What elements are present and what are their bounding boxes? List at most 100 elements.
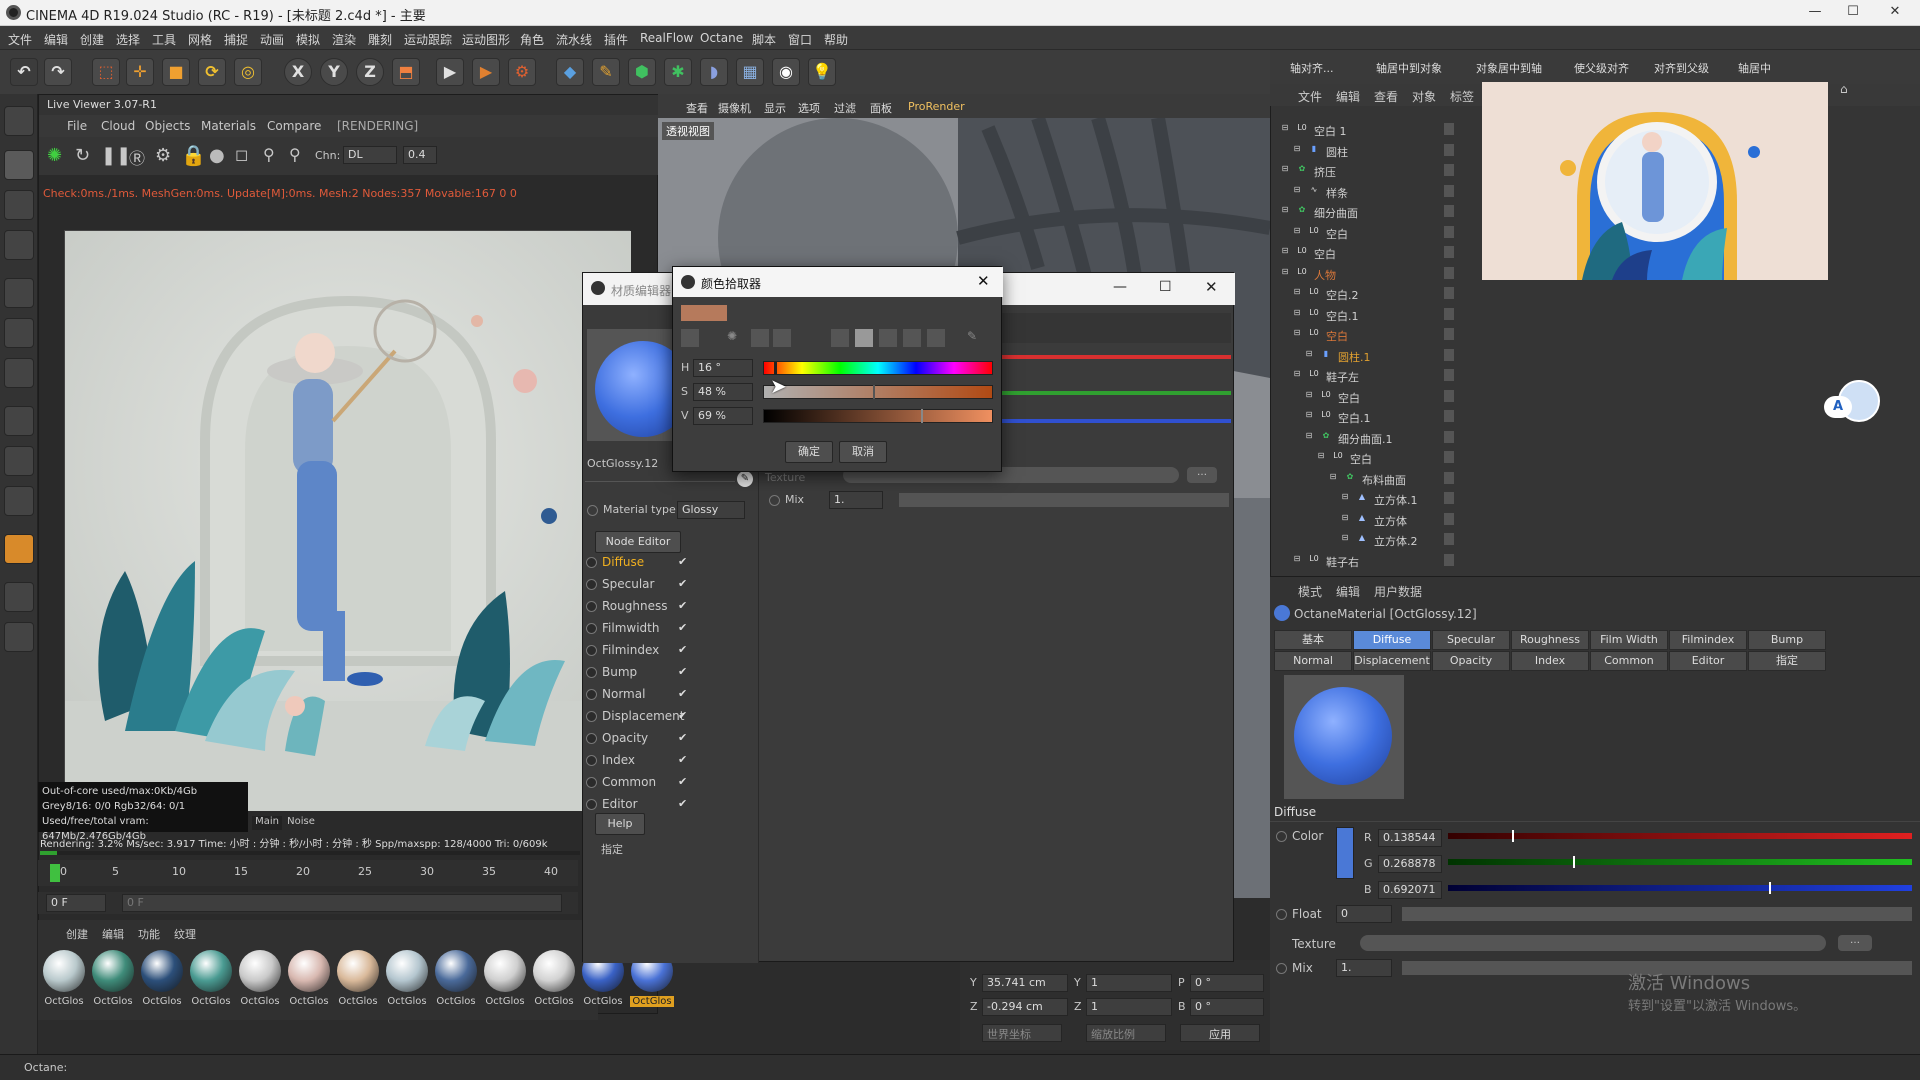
- render-view-icon[interactable]: ▶: [436, 58, 464, 86]
- expand-icon[interactable]: ⊟: [1292, 554, 1302, 566]
- align-parent-button[interactable]: 使父级对齐: [1574, 60, 1629, 76]
- b-slider[interactable]: [1448, 882, 1912, 894]
- mix-field[interactable]: 1.: [1336, 959, 1392, 977]
- floor-icon[interactable]: ▦: [736, 58, 764, 86]
- hsv-mode-icon[interactable]: [855, 329, 873, 347]
- visibility-toggle[interactable]: [1444, 451, 1454, 463]
- vp-menu-prorender[interactable]: ProRender: [908, 100, 965, 113]
- expand-icon[interactable]: ⊟: [1280, 164, 1290, 176]
- assign-label[interactable]: 指定: [601, 841, 623, 857]
- g-knob[interactable]: [1572, 856, 1575, 868]
- expand-icon[interactable]: ⊟: [1304, 410, 1314, 422]
- pick-focus-icon[interactable]: ⚲: [263, 145, 275, 164]
- attr-tab[interactable]: Bump: [1748, 630, 1826, 650]
- expand-icon[interactable]: ⊟: [1292, 369, 1302, 381]
- mix-field[interactable]: 1.: [829, 491, 883, 509]
- menu-mograph[interactable]: 运动图形: [462, 31, 510, 48]
- matmgr-texture[interactable]: 纹理: [174, 926, 196, 942]
- time-slider-handle[interactable]: [50, 864, 60, 882]
- channel-row[interactable]: Diffuse ✔: [586, 554, 696, 572]
- menu-animate[interactable]: 动画: [260, 31, 284, 48]
- expand-icon[interactable]: ⊟: [1340, 513, 1350, 525]
- render-picture-viewer-icon[interactable]: ▶: [472, 58, 500, 86]
- maximize-button[interactable]: ☐: [1838, 4, 1868, 19]
- expand-icon[interactable]: ⊟: [1292, 144, 1302, 156]
- material-name[interactable]: OctGlossy.12: [587, 457, 658, 470]
- render-canvas[interactable]: [64, 230, 631, 811]
- material-swatch[interactable]: OctGlos: [483, 950, 527, 1014]
- menu-tools[interactable]: 工具: [152, 31, 176, 48]
- visibility-toggle[interactable]: [1444, 225, 1454, 238]
- attr-tab[interactable]: Index: [1511, 651, 1589, 671]
- menu-motion-tracking[interactable]: 运动跟踪: [404, 31, 452, 48]
- visibility-toggle[interactable]: [1444, 328, 1454, 340]
- image-picker-icon[interactable]: [773, 329, 791, 347]
- attr-menu-edit[interactable]: 编辑: [1336, 583, 1360, 600]
- expand-icon[interactable]: ⊟: [1292, 185, 1302, 197]
- material-swatch[interactable]: OctGlos: [287, 950, 331, 1014]
- subdivision-icon[interactable]: ⬢: [628, 58, 656, 86]
- x-axis-button[interactable]: X: [284, 58, 312, 86]
- vp-menu-display[interactable]: 显示: [764, 100, 786, 116]
- r-knob[interactable]: [1512, 830, 1515, 842]
- pick-material-icon[interactable]: ⚲: [289, 145, 301, 164]
- channel-row[interactable]: Displacement ✔: [586, 708, 696, 726]
- scale-mode-select[interactable]: 缩放比例: [1086, 1024, 1166, 1042]
- z-axis-button[interactable]: Z: [356, 58, 384, 86]
- deformer-icon[interactable]: ◗: [700, 58, 728, 86]
- texture-menu-button[interactable]: …: [1187, 467, 1217, 483]
- restart-icon[interactable]: ↻: [75, 145, 90, 166]
- visibility-toggle[interactable]: [1444, 143, 1454, 156]
- rotation-p-field[interactable]: 0 °: [1190, 974, 1264, 992]
- material-swatch[interactable]: OctGlos: [532, 950, 576, 1014]
- render-settings-icon[interactable]: ⚙: [508, 58, 536, 86]
- b-knob[interactable]: [1769, 882, 1772, 894]
- channel-checkbox[interactable]: ✔: [678, 555, 687, 568]
- b-value-field[interactable]: 0.692071: [1378, 881, 1442, 899]
- color-swatches-icon[interactable]: [681, 329, 699, 347]
- tab-main[interactable]: Main: [252, 816, 282, 830]
- lv-menu-materials[interactable]: Materials: [201, 119, 256, 133]
- visibility-toggle[interactable]: [1444, 348, 1454, 361]
- channel-row[interactable]: Opacity ✔: [586, 730, 696, 748]
- texture-mode-icon[interactable]: [4, 190, 34, 220]
- polygons-mode-icon[interactable]: [4, 358, 34, 388]
- eyedropper-icon[interactable]: ✎: [967, 329, 977, 343]
- expand-icon[interactable]: ⊟: [1292, 328, 1302, 340]
- points-mode-icon[interactable]: [4, 278, 34, 308]
- vp-menu-options[interactable]: 选项: [798, 100, 820, 116]
- visibility-toggle[interactable]: [1444, 533, 1454, 545]
- tab-noise[interactable]: Noise: [284, 816, 318, 830]
- channel-checkbox[interactable]: ✔: [678, 731, 687, 744]
- frame-range-slider[interactable]: 0 F: [122, 894, 562, 912]
- expand-icon[interactable]: ⊟: [1328, 472, 1338, 484]
- channel-checkbox[interactable]: ✔: [678, 665, 687, 678]
- scale-y-field[interactable]: 1: [1086, 974, 1172, 992]
- kelvin-mode-icon[interactable]: [879, 329, 897, 347]
- lv-menu-compare[interactable]: Compare: [267, 119, 321, 133]
- matmgr-create[interactable]: 创建: [66, 926, 88, 942]
- menu-realflow[interactable]: RealFlow: [640, 31, 693, 45]
- color-wheel-icon[interactable]: ✺: [727, 329, 737, 343]
- menu-pipeline[interactable]: 流水线: [556, 31, 592, 48]
- camera-icon[interactable]: ◉: [772, 58, 800, 86]
- visibility-toggle[interactable]: [1444, 287, 1454, 299]
- vp-menu-camera[interactable]: 摄像机: [718, 100, 751, 116]
- palette-icon[interactable]: [927, 329, 945, 347]
- attr-tab[interactable]: 基本: [1274, 630, 1352, 650]
- value-field[interactable]: 69 %: [693, 407, 753, 425]
- r-value-field[interactable]: 0.138544: [1378, 829, 1442, 847]
- menu-create[interactable]: 创建: [80, 31, 104, 48]
- material-swatch[interactable]: OctGlos: [42, 950, 86, 1014]
- ok-button[interactable]: 确定: [785, 441, 833, 463]
- edges-mode-icon[interactable]: [4, 318, 34, 348]
- om-menu-edit[interactable]: 编辑: [1336, 88, 1360, 105]
- value-field[interactable]: 0.4: [403, 146, 437, 164]
- expand-icon[interactable]: ⊟: [1304, 431, 1314, 443]
- visibility-toggle[interactable]: [1444, 553, 1454, 566]
- attr-menu-mode[interactable]: 模式: [1298, 583, 1322, 600]
- expand-icon[interactable]: ⊟: [1304, 390, 1314, 402]
- node-editor-button[interactable]: Node Editor: [595, 531, 681, 553]
- vp-menu-panel[interactable]: 面板: [870, 100, 892, 116]
- snap-icon[interactable]: [4, 486, 34, 516]
